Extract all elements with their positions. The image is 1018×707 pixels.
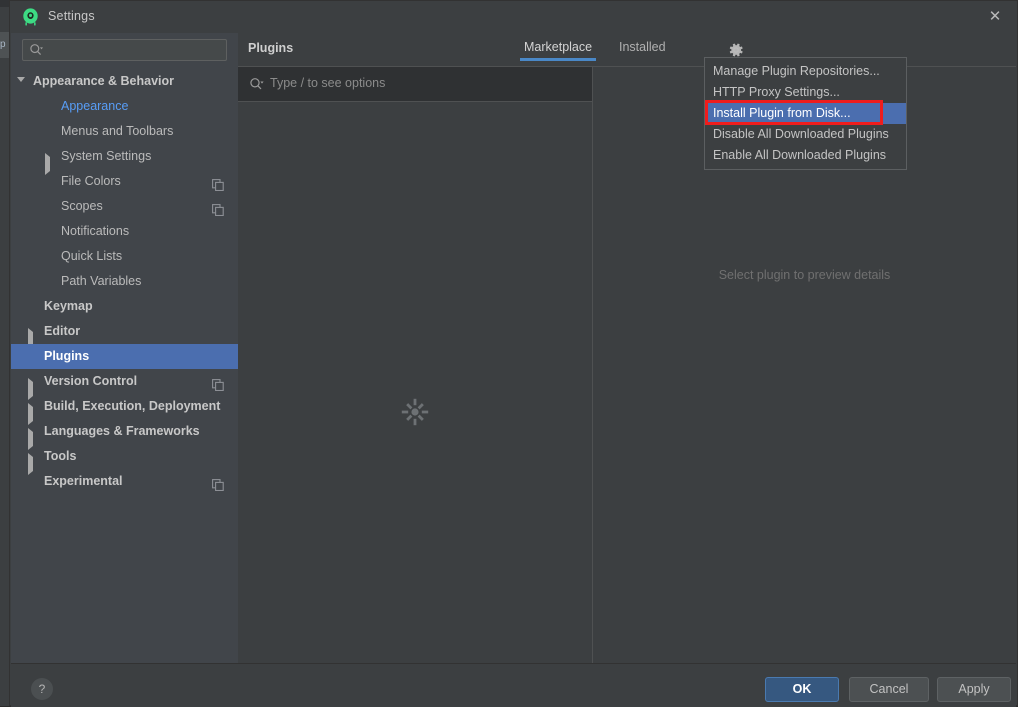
sidebar-item-label: Tools	[44, 449, 77, 463]
plugin-search-placeholder: Type / to see options	[270, 76, 386, 90]
sidebar-item-label: Experimental	[44, 474, 123, 488]
search-icon	[29, 43, 43, 60]
sidebar-item-label: Plugins	[44, 349, 90, 363]
help-button[interactable]: ?	[31, 678, 53, 700]
sidebar-item-label: Appearance	[61, 99, 129, 113]
sidebar-item-editor[interactable]: Editor	[11, 319, 238, 350]
settings-sidebar: Appearance & Behavior Appearance Menus and…	[11, 33, 238, 663]
background-left-tool-tab: p	[0, 32, 9, 58]
sidebar-item-languages-frameworks[interactable]: Languages & Frameworks	[11, 419, 238, 450]
sidebar-item-label: Appearance & Behavior	[33, 74, 175, 88]
menu-item-http-proxy-settings[interactable]: HTTP Proxy Settings...	[705, 82, 906, 103]
chevron-right-icon[interactable]	[45, 152, 55, 175]
copy-icon	[212, 475, 224, 492]
sidebar-item-label: Editor	[44, 324, 81, 338]
dialog-footer: ? OK Cancel Apply	[11, 663, 1016, 707]
sidebar-item-label: Scopes	[61, 199, 103, 213]
sidebar-item-file-colors[interactable]: File Colors	[11, 169, 238, 194]
plugin-settings-menu: Manage Plugin Repositories... HTTP Proxy …	[704, 57, 907, 170]
chevron-right-icon[interactable]	[28, 327, 38, 350]
sidebar-item-label: File Colors	[61, 174, 121, 188]
sidebar-item-label: Version Control	[44, 374, 138, 388]
sidebar-item-label: Build, Execution, Deployment	[44, 399, 221, 413]
sidebar-item-scopes[interactable]: Scopes	[11, 194, 238, 219]
cancel-button[interactable]: Cancel	[849, 677, 929, 702]
chevron-right-icon[interactable]	[28, 402, 38, 425]
loading-spinner-icon	[401, 398, 429, 426]
sidebar-item-path-variables[interactable]: Path Variables	[11, 269, 238, 294]
sidebar-item-appearance-behavior[interactable]: Appearance & Behavior	[11, 69, 238, 96]
tab-marketplace-label: Marketplace	[524, 40, 593, 54]
sidebar-search-input[interactable]	[22, 39, 227, 61]
plugin-list-pane[interactable]	[238, 102, 593, 663]
sidebar-item-appearance[interactable]: Appearance	[11, 94, 238, 119]
sidebar-item-label: Notifications	[61, 224, 130, 238]
chevron-right-icon[interactable]	[28, 427, 38, 450]
tab-active-underline	[520, 58, 597, 61]
sidebar-item-experimental[interactable]: Experimental	[11, 469, 238, 494]
sidebar-item-quick-lists[interactable]: Quick Lists	[11, 244, 238, 269]
tab-marketplace[interactable]: Marketplace	[520, 40, 597, 61]
sidebar-item-menus-and-toolbars[interactable]: Menus and Toolbars	[11, 119, 238, 144]
apply-button[interactable]: Apply	[937, 677, 1011, 702]
sidebar-item-label: Keymap	[44, 299, 93, 313]
sidebar-item-version-control[interactable]: Version Control	[11, 369, 238, 400]
background-left-toolbar	[0, 7, 9, 706]
menu-item-disable-all-downloaded-plugins[interactable]: Disable All Downloaded Plugins	[705, 124, 906, 145]
menu-item-manage-plugin-repositories[interactable]: Manage Plugin Repositories...	[705, 61, 906, 82]
copy-icon	[212, 175, 224, 192]
sidebar-item-label: Languages & Frameworks	[44, 424, 200, 438]
sidebar-item-notifications[interactable]: Notifications	[11, 219, 238, 244]
tab-installed-label: Installed	[619, 40, 666, 54]
page-title: Plugins	[248, 41, 294, 55]
sidebar-item-build-execution-deployment[interactable]: Build, Execution, Deployment	[11, 394, 238, 425]
plugin-search-input[interactable]: Type / to see options	[238, 67, 593, 101]
copy-icon	[212, 375, 224, 392]
search-icon	[249, 77, 264, 95]
chevron-down-icon[interactable]	[17, 77, 27, 96]
menu-item-enable-all-downloaded-plugins[interactable]: Enable All Downloaded Plugins	[705, 145, 906, 166]
plugin-detail-hint: Select plugin to preview details	[718, 268, 891, 282]
sidebar-item-plugins[interactable]: Plugins	[11, 344, 238, 369]
chevron-right-icon[interactable]	[28, 377, 38, 400]
sidebar-item-label: Quick Lists	[61, 249, 123, 263]
chevron-right-icon[interactable]	[28, 452, 38, 475]
ok-button[interactable]: OK	[765, 677, 839, 702]
close-icon[interactable]: ✕	[981, 5, 1009, 29]
sidebar-item-tools[interactable]: Tools	[11, 444, 238, 475]
dialog-titlebar: Settings ✕	[10, 1, 1017, 33]
sidebar-item-label: System Settings	[61, 149, 152, 163]
menu-item-install-plugin-from-disk[interactable]: Install Plugin from Disk...	[705, 103, 906, 124]
copy-icon	[212, 200, 224, 217]
sidebar-item-system-settings[interactable]: System Settings	[11, 144, 238, 175]
settings-category-tree: Appearance & Behavior Appearance Menus and…	[11, 69, 238, 663]
dialog-title: Settings	[48, 9, 95, 23]
sidebar-item-keymap[interactable]: Keymap	[11, 294, 238, 319]
sidebar-item-label: Menus and Toolbars	[61, 124, 174, 138]
android-studio-icon	[22, 8, 39, 26]
tab-installed[interactable]: Installed	[619, 40, 666, 61]
sidebar-item-label: Path Variables	[61, 274, 142, 288]
